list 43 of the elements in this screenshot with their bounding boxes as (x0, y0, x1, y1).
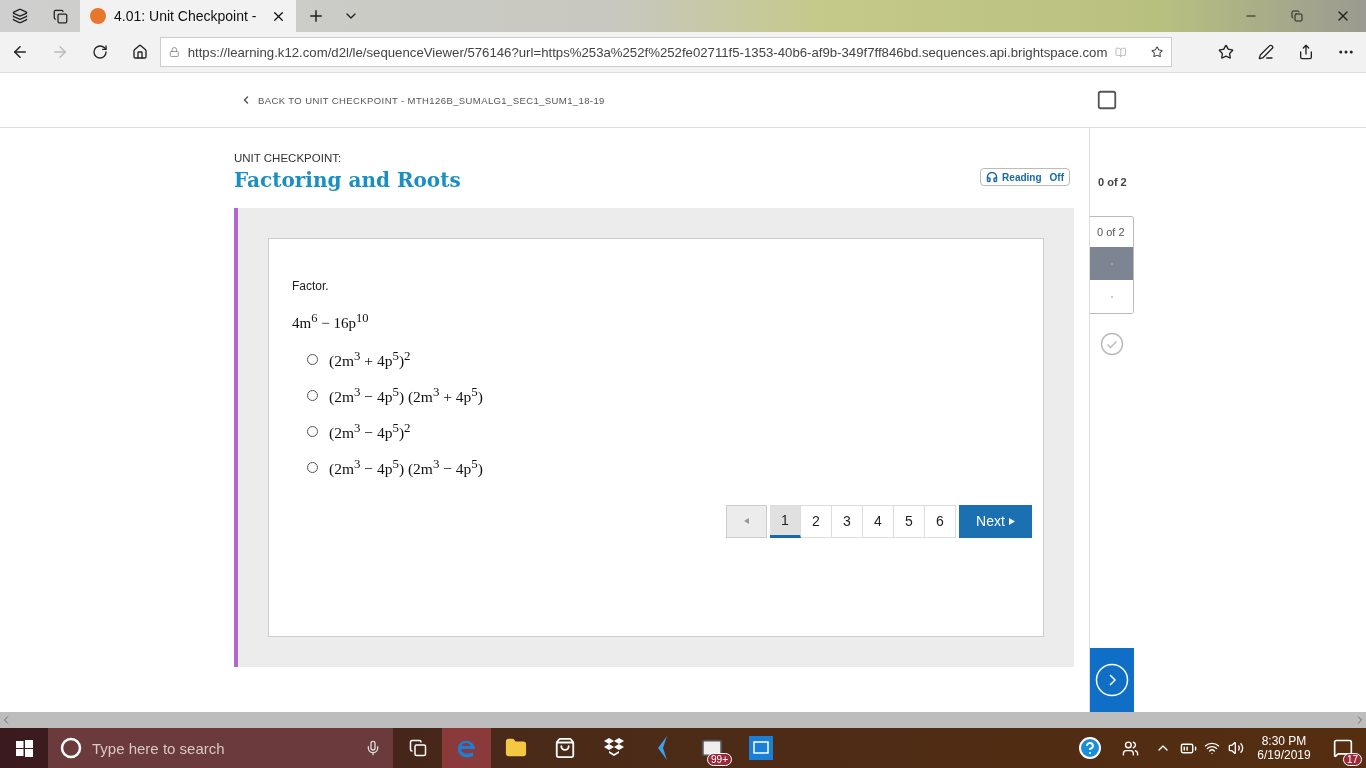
browser-tab[interactable]: 4.01: Unit Checkpoint - (80, 0, 296, 32)
notification-center[interactable]: 17 (1320, 728, 1366, 768)
page-title: Factoring and Roots (234, 168, 461, 192)
progress-label: 0 of 2 (1097, 175, 1128, 188)
reading-toggle[interactable]: Reading Off (980, 168, 1070, 186)
answer-option: (2m$^{3}$ − 4p$^{5}$) (2m$^{3}$ − 4p$^{5}$) (329, 456, 483, 479)
page-button[interactable]: 2 (801, 504, 832, 538)
page-button[interactable]: 3 (832, 504, 863, 538)
triangle-right-icon (1008, 517, 1015, 525)
clock[interactable]: 8:30 PM 6/19/2019 (1248, 734, 1320, 762)
address-field[interactable]: https://learning.k12.com/d2l/le/sequenceViewer/576146?url=https%253a%252f%252fe02711f5-1353-40b6-af9b-349f7ff846bd.sequences.api.brightspace.com (160, 37, 1172, 67)
question-prompt: Factor. (292, 279, 330, 293)
page-button[interactable]: 5 (894, 504, 925, 538)
triangle-left-icon (744, 517, 749, 524)
math-expression: 4m$^{6}$ − 16p$^{10}$ (292, 315, 369, 331)
headphones-icon (986, 171, 999, 183)
eyebrow-label: UNIT CHECKPOINT: (234, 152, 343, 164)
check-circle-icon[interactable] (1100, 332, 1124, 356)
radio-button[interactable] (307, 353, 318, 365)
page-button[interactable]: 1 (770, 504, 801, 538)
next-button[interactable]: Next (959, 504, 1032, 538)
mail-badge: 99+ (707, 753, 732, 766)
page-button[interactable]: 4 (863, 504, 894, 538)
answer-option: (2m$^{3}$ − 4p$^{5}$)$^{2}$ (329, 420, 411, 443)
mail-app[interactable]: 99+ (687, 728, 736, 768)
lock-icon (169, 45, 180, 59)
page-button[interactable]: 6 (925, 504, 956, 538)
radio-button[interactable] (307, 389, 318, 401)
answer-option: (2m$^{3}$ − 4p$^{5}$) (2m$^{3}$ + 4p$^{5}$) (329, 384, 483, 407)
site-icon (90, 8, 106, 24)
url-text: https://learning.k12.com/d2l/le/sequenceViewer/576146?url=https%253a%252f%252fe02711f5-1353-40b6-af9b-349f7ff846bd.sequences.api.brightspace.com (187, 44, 1108, 60)
back-link[interactable]: BACK TO UNIT CHECKPOINT - MTH126B_SUMALG1_SEC1_SUM1_18-19 (240, 94, 1096, 106)
taskbar-search-field[interactable]: Type here to search (48, 728, 393, 768)
next-side-button[interactable] (1090, 646, 1134, 712)
radio-button[interactable] (307, 462, 318, 474)
star-icon[interactable] (1150, 44, 1163, 60)
progress-label: 0 of 2 (1096, 225, 1126, 240)
radio-button[interactable] (307, 425, 318, 437)
notification-badge: 17 (1342, 753, 1362, 766)
answer-option: (2m$^{3}$ + 4p$^{5}$)$^{2}$ (329, 348, 411, 371)
panel-icon[interactable] (1096, 89, 1118, 111)
microphone-icon[interactable] (365, 740, 381, 756)
cortana-circle-icon (60, 737, 82, 759)
